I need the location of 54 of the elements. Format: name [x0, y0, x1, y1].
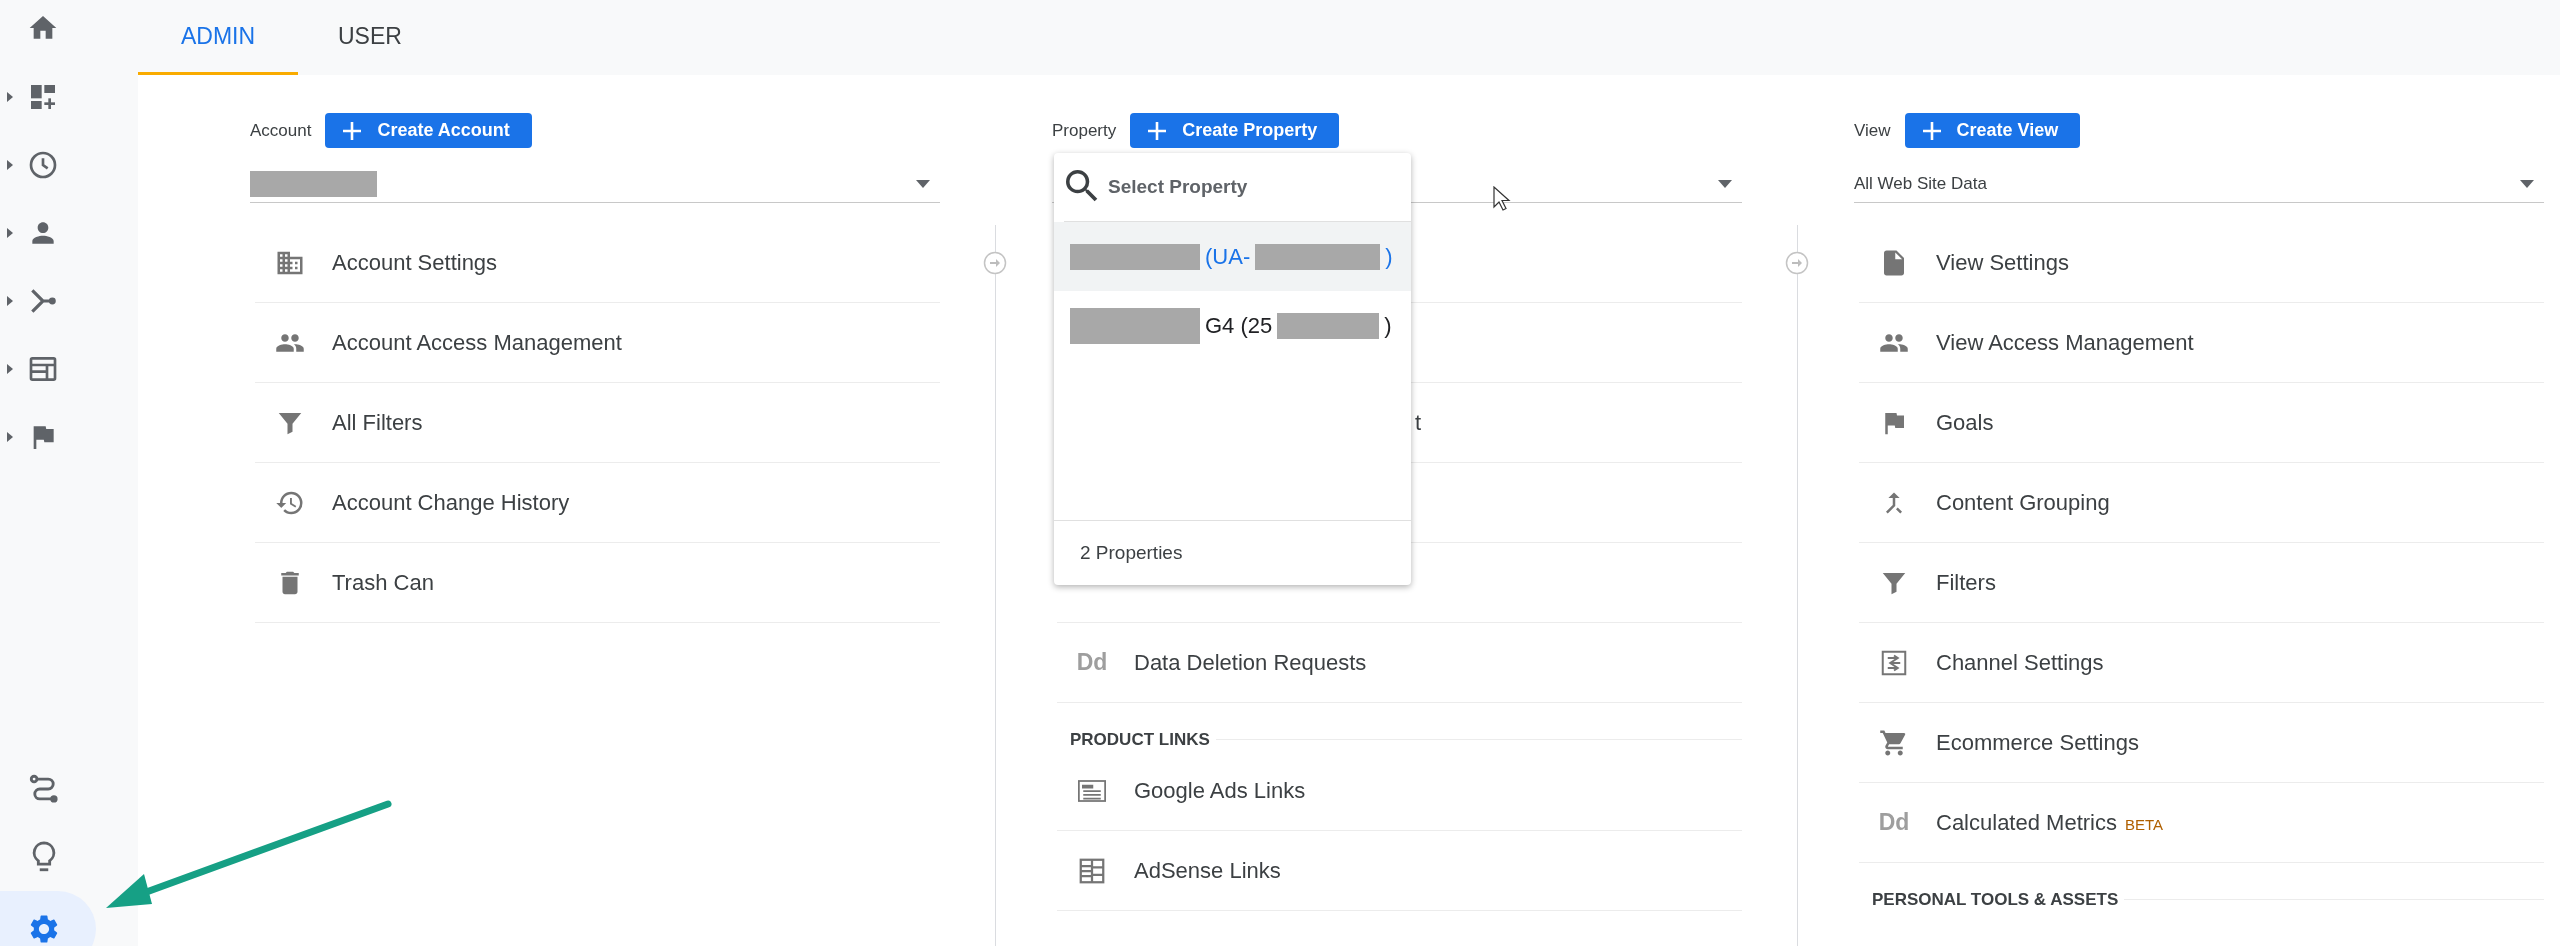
- menu-link[interactable]: Ecommerce Settings: [1936, 729, 2139, 756]
- plus-icon: [1920, 119, 1943, 142]
- letters-icon: Dd: [1076, 649, 1108, 676]
- create-button[interactable]: Create View: [1904, 113, 2081, 148]
- select-field[interactable]: All Web Site Data: [1854, 165, 2544, 203]
- expand-caret-icon: [6, 91, 14, 103]
- sidebar-item[interactable]: [0, 891, 96, 946]
- create-button[interactable]: Create Account: [325, 113, 532, 148]
- section-heading: PRODUCT LINKS: [1070, 730, 1210, 751]
- menu-link[interactable]: Filters: [1936, 569, 1996, 596]
- tab[interactable]: USER: [298, 0, 464, 75]
- menu-link[interactable]: Account Change History: [332, 489, 570, 516]
- menu-link[interactable]: Channel Settings: [1936, 649, 2104, 676]
- column-label: View: [1854, 120, 1891, 141]
- expand-caret-icon: [6, 363, 14, 375]
- dropdown-arrow-icon: [916, 180, 930, 188]
- expand-caret-icon: [6, 431, 14, 443]
- section-heading: PERSONAL TOOLS & ASSETS: [1872, 890, 2119, 911]
- dropdown-arrow-icon: [2520, 180, 2534, 188]
- menu-link[interactable]: Data Deletion Requests: [1134, 649, 1367, 676]
- menu-link[interactable]: View Access Management: [1936, 329, 2194, 356]
- search-icon: [1066, 170, 1100, 204]
- cursor-icon: [1493, 186, 1511, 212]
- expand-caret-icon: [6, 295, 14, 307]
- menu-link[interactable]: Goals: [1936, 409, 1994, 436]
- menu-link[interactable]: Content Grouping: [1936, 489, 2110, 516]
- menu-link[interactable]: Google Ads Links: [1134, 777, 1306, 804]
- search-field[interactable]: Select Property: [1106, 175, 1360, 199]
- arrow-circle-icon: [983, 251, 1007, 275]
- tab[interactable]: ADMIN: [138, 0, 298, 75]
- menu-link[interactable]: Calculated Metrics: [1936, 809, 2117, 836]
- create-button[interactable]: Create Property: [1130, 113, 1340, 148]
- property-count: 2 Properties: [1080, 542, 1183, 564]
- column-label: Account: [250, 120, 312, 141]
- dropdown-option[interactable]: G4 (25 ): [1054, 291, 1411, 360]
- menu-link[interactable]: Account Access Management: [332, 329, 622, 356]
- arrow-circle-icon: [1785, 251, 1809, 275]
- route-icon: [27, 772, 61, 806]
- menu-link[interactable]: Account Settings: [332, 249, 498, 276]
- menu-link[interactable]: All Filters: [332, 409, 423, 436]
- menu-link[interactable]: View Settings: [1936, 249, 2069, 276]
- menu-item-text[interactable]: t: [1415, 409, 1422, 436]
- dropdown-option[interactable]: (UA- ): [1054, 222, 1411, 291]
- column-label: Property: [1052, 120, 1117, 141]
- plus-icon: [1146, 119, 1169, 142]
- letters-icon: Dd: [1878, 809, 1910, 836]
- expand-caret-icon: [6, 159, 14, 171]
- clock-icon: [27, 149, 59, 181]
- plus-icon: [341, 119, 364, 142]
- expand-caret-icon: [6, 227, 14, 239]
- menu-link[interactable]: Trash Can: [332, 569, 434, 596]
- beta-label: BETA: [2124, 816, 2164, 833]
- menu-link[interactable]: AdSense Links: [1134, 857, 1281, 884]
- dropdown-arrow-icon: [1718, 180, 1732, 188]
